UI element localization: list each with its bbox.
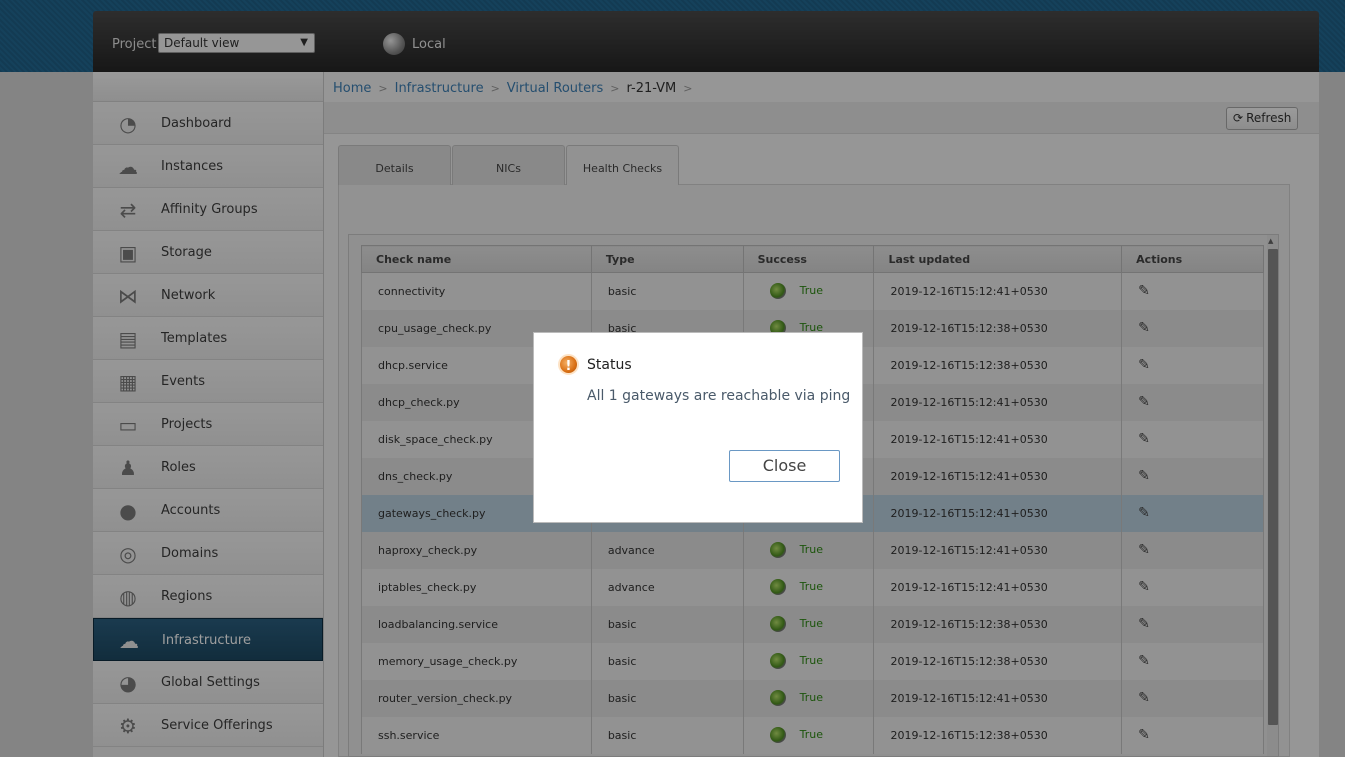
status-dialog: ! Status All 1 gateways are reachable vi… — [533, 332, 863, 523]
dialog-message: All 1 gateways are reachable via ping — [587, 388, 851, 404]
warning-icon: ! — [558, 354, 579, 375]
dialog-title: Status — [587, 357, 632, 373]
close-button[interactable]: Close — [729, 450, 840, 482]
